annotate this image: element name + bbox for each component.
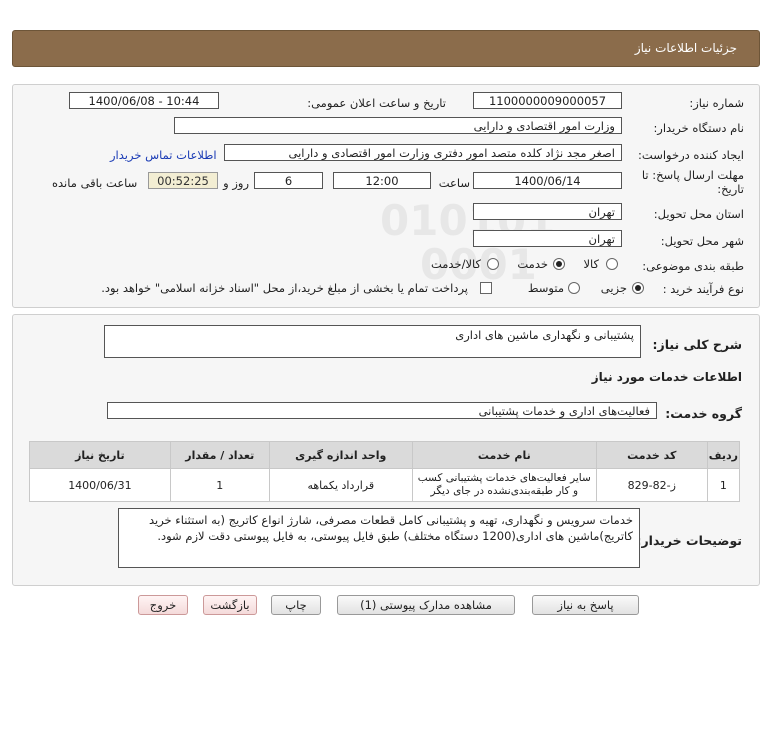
contact-buyer-link[interactable]: اطلاعات تماس خریدار xyxy=(110,148,217,162)
city-field: تهران xyxy=(473,230,622,247)
city-label: شهر محل تحویل: xyxy=(660,234,744,248)
buyer-notes-field: خدمات سرویس و نگهداری، تهیه و پشتیبانی ک… xyxy=(118,508,640,568)
view-attachments-button[interactable]: مشاهده مدارک پیوستی (1) xyxy=(337,595,515,615)
deadline-label-1: مهلت ارسال پاسخ: تا xyxy=(641,168,744,182)
deadline-time-label: ساعت xyxy=(438,176,470,190)
need-number-field: 1100000009000057 xyxy=(473,92,622,109)
page-header: جزئیات اطلاعات نیاز xyxy=(12,30,760,67)
col-code: کد خدمت xyxy=(595,441,708,469)
province-field: تهران xyxy=(473,203,622,220)
services-heading: اطلاعات خدمات مورد نیاز xyxy=(591,370,742,384)
cell-date: 1400/06/31 xyxy=(29,468,171,502)
need-number-label: شماره نیاز: xyxy=(689,96,744,110)
process-option-minor: جزیی xyxy=(600,281,627,295)
cell-name: سایر فعالیت‌های خدمات پشتیبانی کسب و کار… xyxy=(411,468,597,502)
cell-row: 1 xyxy=(706,468,741,502)
announce-datetime-label: تاریخ و ساعت اعلان عمومی: xyxy=(307,96,446,110)
print-button[interactable]: چاپ xyxy=(271,595,321,615)
treasury-payment-checkbox[interactable] xyxy=(480,282,492,294)
service-group-label: گروه خدمت: xyxy=(665,406,742,421)
summary-label: شرح کلی نیاز: xyxy=(652,337,742,352)
back-button[interactable]: بازگشت xyxy=(203,595,257,615)
col-qty: تعداد / مقدار xyxy=(169,441,270,469)
province-label: استان محل تحویل: xyxy=(653,207,744,221)
table-row: 1 ز-82-829 سایر فعالیت‌های خدمات پشتیبان… xyxy=(29,468,741,502)
category-option-goods-service: کالا/خدمت xyxy=(430,257,481,271)
category-option-goods: کالا xyxy=(583,257,599,271)
cell-unit: قرارداد یکماهه xyxy=(268,468,413,502)
summary-field: پشتیبانی و نگهداری ماشین های اداری xyxy=(104,325,641,358)
creator-label: ایجاد کننده درخواست: xyxy=(638,148,744,162)
buyer-org-field: وزارت امور اقتصادی و دارایی xyxy=(174,117,622,134)
days-label: روز و xyxy=(223,176,249,190)
category-radio-service[interactable] xyxy=(553,258,565,270)
process-radio-medium[interactable] xyxy=(568,282,580,294)
process-label: نوع فرآیند خرید : xyxy=(662,282,744,296)
deadline-date-field: 1400/06/14 xyxy=(473,172,622,189)
buyer-notes-label: توضیحات خریدار: xyxy=(636,533,742,548)
cell-qty: 1 xyxy=(169,468,270,502)
remaining-time-label: ساعت باقی مانده xyxy=(52,176,138,190)
reply-button[interactable]: پاسخ به نیاز xyxy=(532,595,639,615)
category-radio-goods[interactable] xyxy=(606,258,618,270)
days-field: 6 xyxy=(254,172,323,189)
col-date: تاریخ نیاز xyxy=(29,441,171,469)
col-name: نام خدمت xyxy=(411,441,597,469)
category-radio-goods-service[interactable] xyxy=(487,258,499,270)
deadline-label-2: تاریخ: xyxy=(717,182,744,196)
service-group-field: فعالیت‌های اداری و خدمات پشتیبانی xyxy=(107,402,657,419)
col-unit: واحد اندازه گیری xyxy=(268,441,413,469)
services-table: ردیف کد خدمت نام خدمت واحد اندازه گیری ت… xyxy=(29,441,741,502)
col-row: ردیف xyxy=(706,441,741,469)
process-radio-minor[interactable] xyxy=(632,282,644,294)
category-option-service: خدمت xyxy=(517,257,548,271)
creator-field: اصغر مجد نژاد کلده متصد امور دفتری وزارت… xyxy=(224,144,622,161)
deadline-time-field: 12:00 xyxy=(333,172,431,189)
exit-button[interactable]: خروج xyxy=(138,595,188,615)
remaining-time-field: 00:52:25 xyxy=(148,172,218,189)
category-label: طبقه بندی موضوعی: xyxy=(642,259,744,273)
page-title: جزئیات اطلاعات نیاز xyxy=(634,41,737,55)
announce-datetime-field: 1400/06/08 - 10:44 xyxy=(69,92,219,109)
treasury-payment-note: پرداخت تمام یا بخشی از مبلغ خرید،از محل … xyxy=(101,281,468,295)
cell-code: ز-82-829 xyxy=(595,468,708,502)
buyer-org-label: نام دستگاه خریدار: xyxy=(653,121,744,135)
process-option-medium: متوسط xyxy=(527,281,564,295)
